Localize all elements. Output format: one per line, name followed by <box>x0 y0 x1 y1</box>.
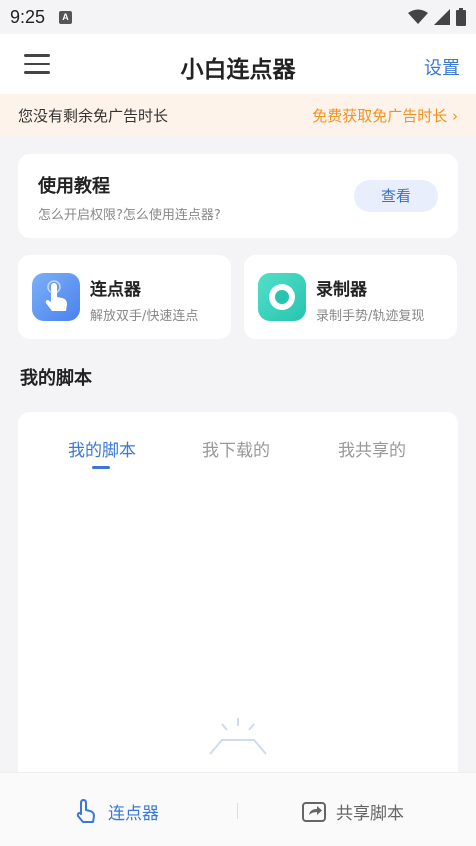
app-title: 小白连点器 <box>180 57 296 83</box>
tab-downloaded[interactable]: 我下载的 <box>200 436 272 461</box>
tutorial-card: 使用教程 怎么开启权限?怎么使用连点器? 查看 <box>18 154 458 238</box>
share-icon <box>302 802 326 822</box>
battery-icon <box>456 8 466 26</box>
app-bar: 小白连点器 设置 <box>0 34 476 94</box>
ad-banner-text: 您没有剩余免广告时长 <box>18 106 169 125</box>
empty-state-illustration <box>209 718 267 755</box>
notification-icon: A <box>59 10 73 24</box>
status-bar: 9:25 A <box>0 0 476 34</box>
ad-banner: 您没有剩余免广告时长 免费获取免广告时长 › <box>0 94 476 136</box>
get-ad-free-time-link[interactable]: 免费获取免广告时长 › <box>312 105 458 126</box>
status-time: 9:25 <box>10 6 46 27</box>
recorder-card[interactable]: 录制器 录制手势/轨迹复现 <box>244 255 457 339</box>
nav-divider <box>237 803 238 819</box>
nav-clicker-label: 连点器 <box>108 803 159 824</box>
settings-button[interactable]: 设置 <box>424 54 460 80</box>
tap-hand-icon <box>32 273 80 321</box>
signal-icon <box>434 9 450 25</box>
record-icon <box>258 273 306 321</box>
recorder-subtitle: 录制手势/轨迹复现 <box>316 309 425 324</box>
active-tab-indicator <box>92 466 110 469</box>
tutorial-subtitle: 怎么开启权限?怎么使用连点器? <box>38 208 221 223</box>
my-scripts-section-title: 我的脚本 <box>20 368 92 389</box>
tab-shared[interactable]: 我共享的 <box>336 436 408 461</box>
tutorial-title: 使用教程 <box>38 176 110 197</box>
clicker-subtitle: 解放双手/快速连点 <box>90 309 199 324</box>
nav-clicker[interactable]: 连点器 <box>72 797 159 825</box>
wifi-icon <box>408 9 428 24</box>
view-tutorial-button[interactable]: 查看 <box>354 180 438 212</box>
clicker-title: 连点器 <box>90 280 141 300</box>
nav-shared-scripts[interactable]: 共享脚本 <box>300 797 404 825</box>
recorder-title: 录制器 <box>316 280 367 300</box>
nav-shared-scripts-label: 共享脚本 <box>336 803 404 824</box>
clicker-card[interactable]: 连点器 解放双手/快速连点 <box>18 255 231 339</box>
scripts-panel: 我的脚本 我下载的 我共享的 <box>18 412 458 772</box>
tab-my-scripts[interactable]: 我的脚本 <box>66 436 138 461</box>
bottom-nav: 连点器 共享脚本 <box>0 772 476 846</box>
tap-hand-icon <box>76 799 95 823</box>
